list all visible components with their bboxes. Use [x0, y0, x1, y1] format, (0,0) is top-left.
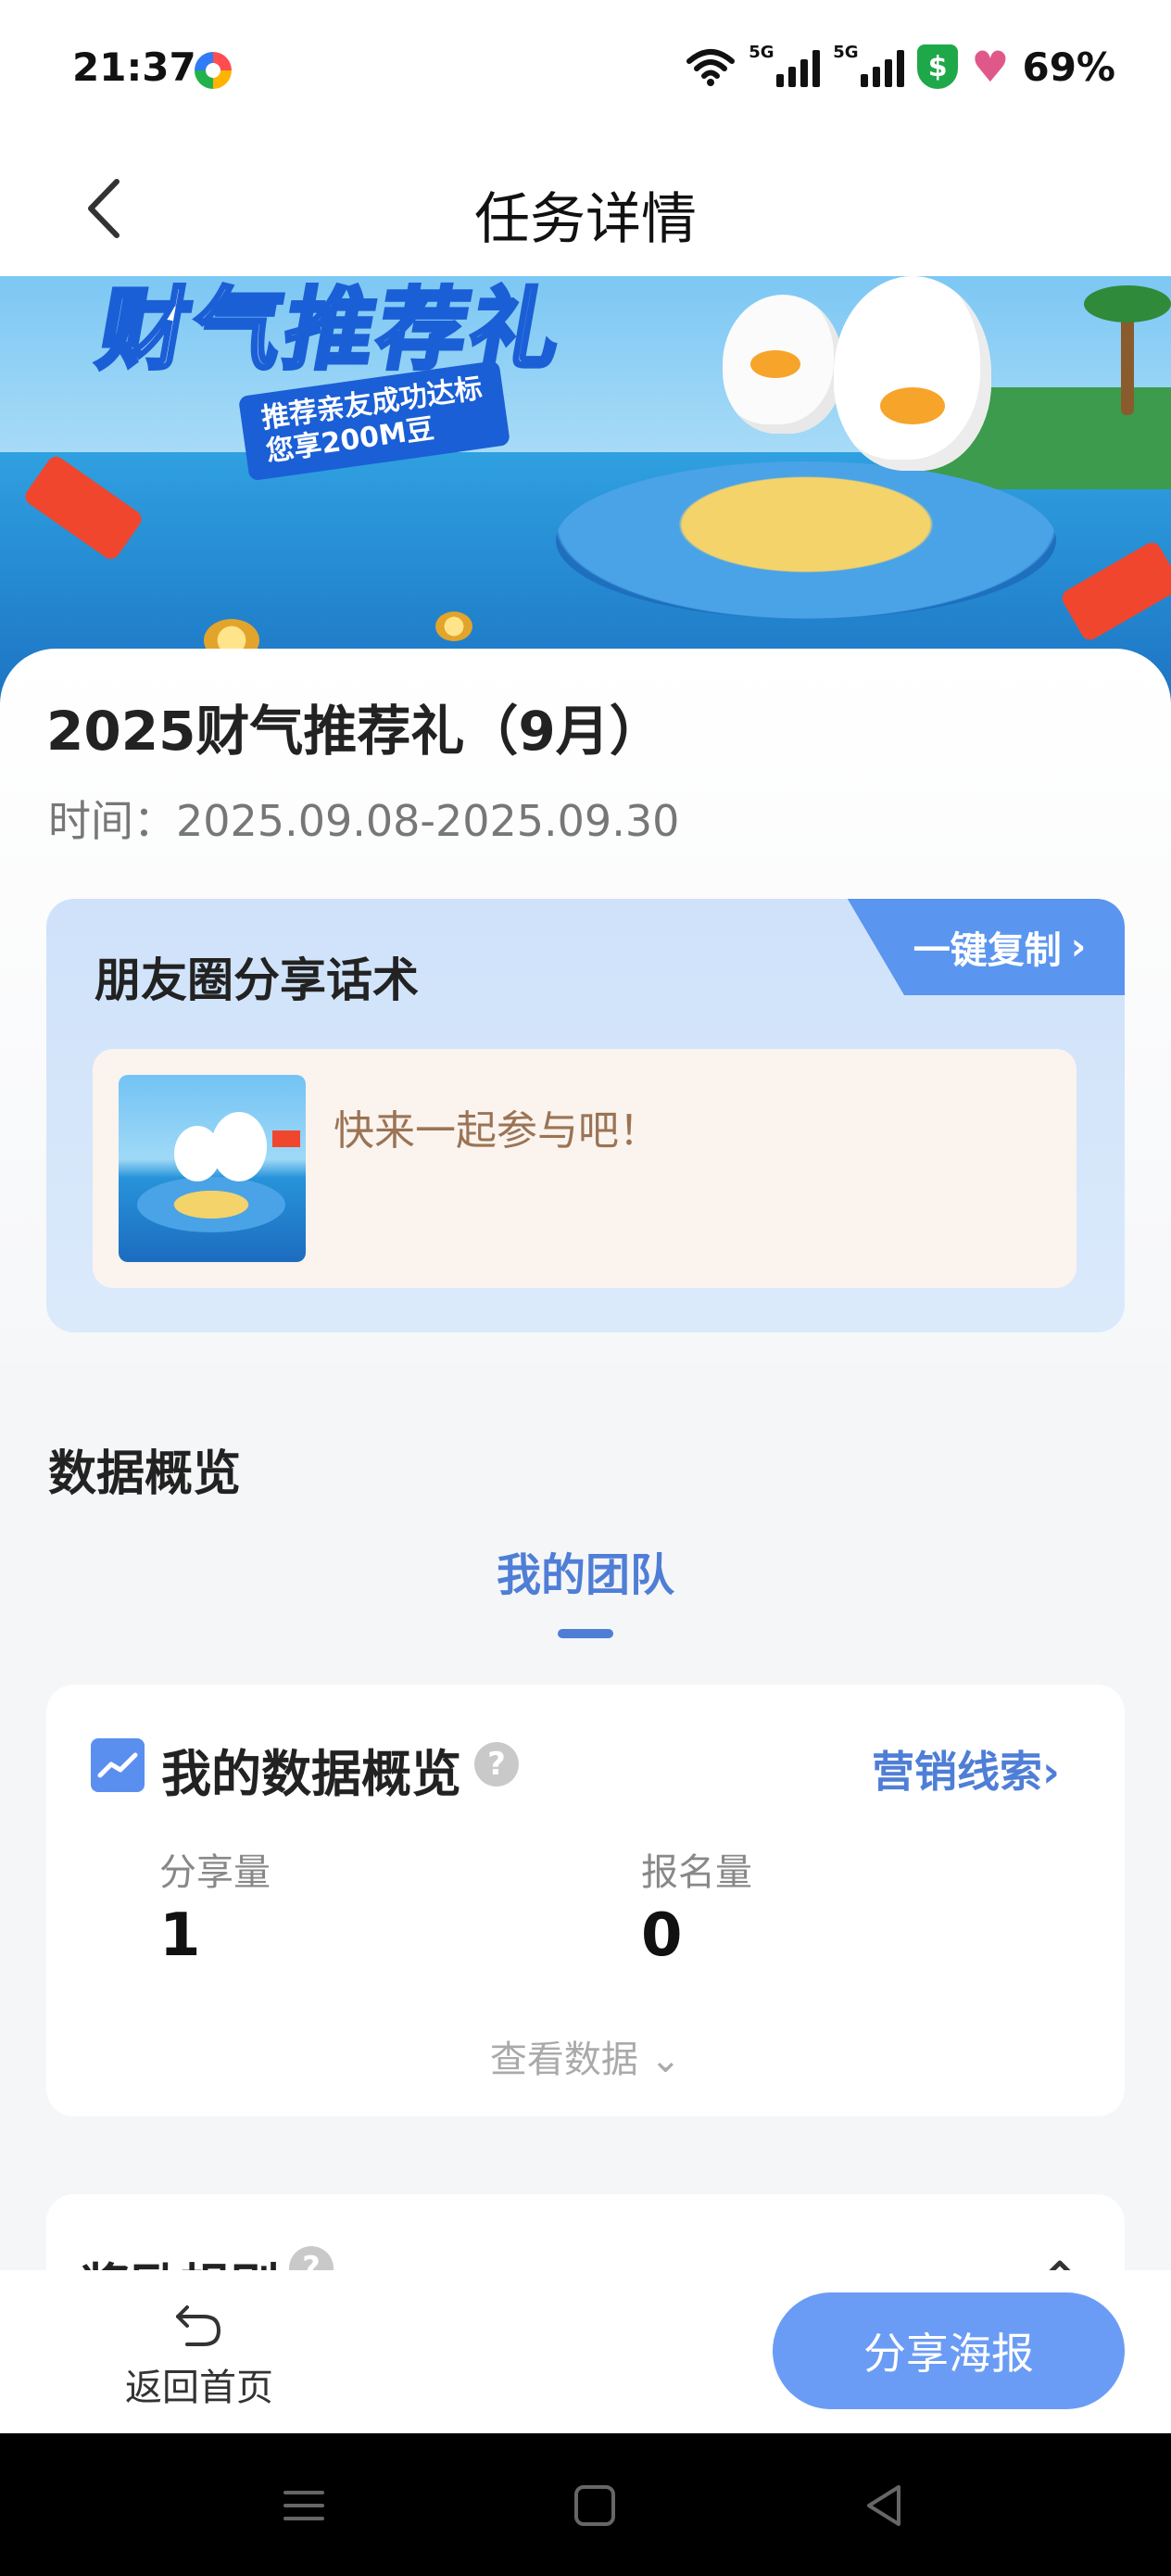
copy-all-label: 一键复制: [913, 929, 1062, 972]
network-type-label: 5G: [749, 43, 774, 62]
heart-icon: ♥: [971, 42, 1010, 92]
trend-chart-icon: [91, 1738, 145, 1792]
security-shield-icon: $: [917, 44, 959, 89]
recent-apps-button[interactable]: [278, 2480, 330, 2532]
nav-bar: 任务详情: [0, 139, 1171, 278]
task-title: 2025财气推荐礼（9月）: [46, 700, 663, 763]
share-box-title: 朋友圈分享话术: [94, 953, 419, 1007]
signup-count-label: 报名量: [641, 1851, 752, 1894]
system-nav-bar: [0, 2433, 1171, 2576]
bottom-action-bar: 返回首页 分享海报: [0, 2270, 1171, 2433]
undo-arrow-icon: [170, 2296, 226, 2352]
square-icon: [574, 2485, 615, 2526]
status-time: 21:37: [72, 44, 196, 90]
help-icon[interactable]: ?: [474, 1742, 519, 1787]
share-count-value: 1: [159, 1901, 201, 1970]
chevron-right-icon: ›: [1070, 926, 1087, 968]
data-overview-title: 数据概览: [48, 1446, 242, 1502]
signal-icon: 5G: [833, 43, 905, 87]
tab-indicator: [558, 1629, 613, 1638]
battery-level: 69%: [1022, 44, 1115, 90]
network-type-label: 5G: [833, 43, 859, 62]
view-data-label: 查看数据: [489, 2039, 638, 2081]
my-data-card: 我的数据概览 ? 营销线索› 分享量 1 报名量 0 查看数据 ⌄: [46, 1685, 1125, 2116]
tab-my-team[interactable]: 我的团队: [0, 1538, 1171, 1603]
marketing-leads-label: 营销线索: [872, 1747, 1043, 1797]
share-content: 快来一起参与吧！: [93, 1049, 1077, 1288]
home-button[interactable]: [569, 2480, 621, 2532]
banner-headline: 财气推荐礼: [90, 276, 575, 384]
share-thumbnail[interactable]: [119, 1075, 306, 1262]
task-time: 时间：2025.09.08-2025.09.30: [48, 796, 680, 846]
share-poster-button[interactable]: 分享海报: [773, 2292, 1125, 2409]
share-text: 快来一起参与吧！: [334, 1107, 660, 1155]
status-bar: 21:37 5G 5G $ ♥ 69%: [0, 0, 1171, 139]
triangle-back-icon: [867, 2485, 900, 2526]
page-title: 任务详情: [474, 187, 697, 252]
view-data-toggle[interactable]: 查看数据 ⌄: [46, 2029, 1125, 2083]
marketing-leads-link[interactable]: 营销线索›: [872, 1738, 1060, 1799]
return-home-label: 返回首页: [125, 2367, 273, 2409]
duck-mascot-illustration: [834, 276, 991, 471]
task-info-card: 2025财气推荐礼（9月） 时间：2025.09.08-2025.09.30 朋…: [0, 649, 1171, 1362]
app-notification-icon: [195, 52, 232, 89]
system-back-button[interactable]: [858, 2480, 910, 2532]
share-count-label: 分享量: [159, 1851, 271, 1894]
data-card-title: 我的数据概览: [161, 1745, 461, 1803]
status-icons: 5G 5G $ ♥ 69%: [686, 41, 1115, 93]
campaign-banner: 财气推荐礼 推荐亲友成功达标 您享200M豆: [0, 276, 1171, 702]
wifi-icon: [686, 46, 736, 87]
copy-all-button[interactable]: 一键复制 ›: [847, 899, 1125, 995]
chevron-down-icon: ⌄: [637, 2039, 682, 2081]
menu-icon: [283, 2491, 324, 2520]
chevron-right-icon: ›: [1042, 1747, 1060, 1797]
moments-share-box: 朋友圈分享话术 一键复制 › 快来一起参与吧！: [46, 899, 1125, 1332]
return-home-button[interactable]: 返回首页: [111, 2296, 287, 2417]
jet-ski-illustration: [556, 461, 1056, 619]
signal-icon: 5G: [749, 43, 821, 87]
signup-count-value: 0: [641, 1901, 683, 1970]
